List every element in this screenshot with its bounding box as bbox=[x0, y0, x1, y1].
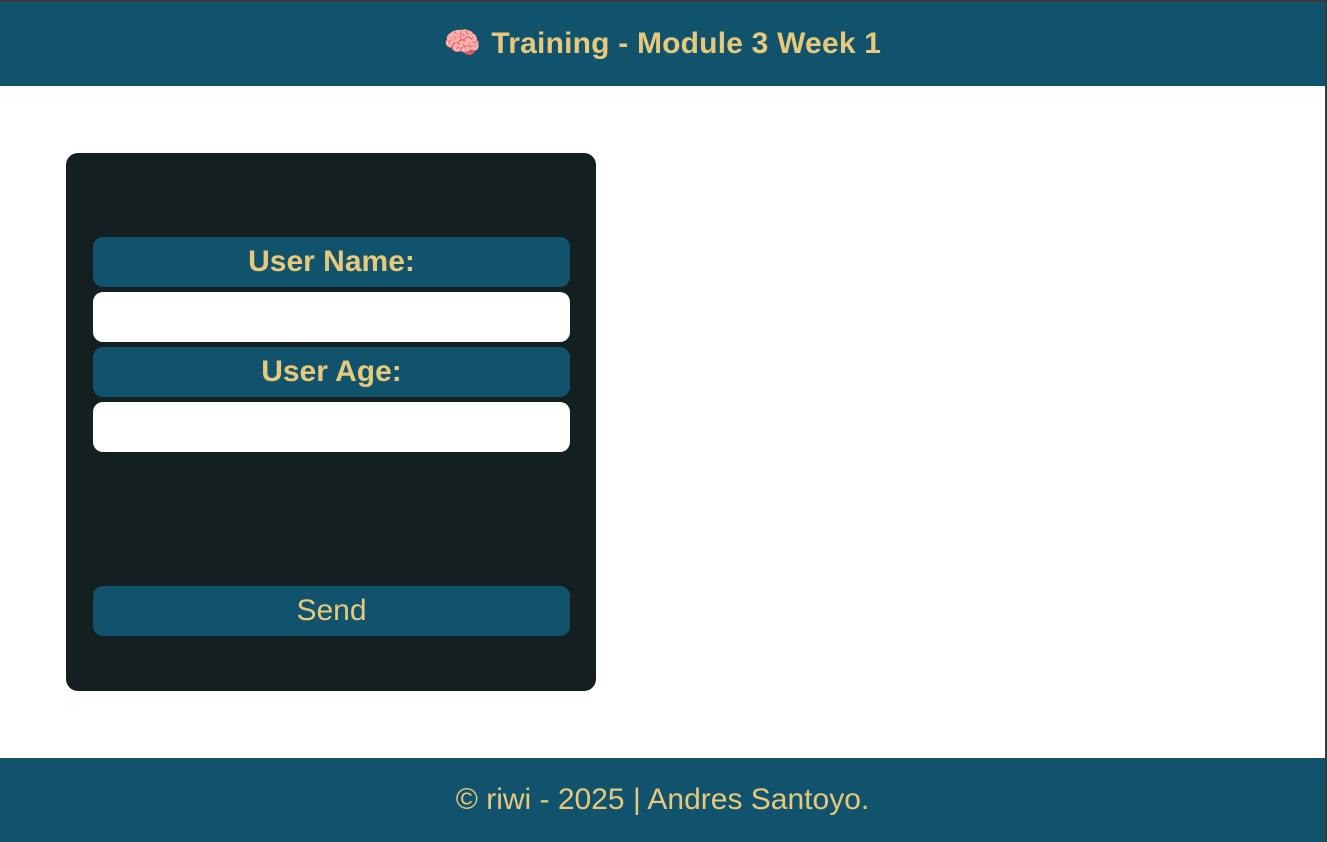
user-name-label: User Name: bbox=[93, 237, 570, 287]
user-age-label: User Age: bbox=[93, 347, 570, 397]
page-title: 🧠 Training - Module 3 Week 1 bbox=[444, 27, 881, 61]
brain-icon: 🧠 bbox=[443, 27, 482, 60]
page-footer: © riwi - 2025 | Andres Santoyo. bbox=[0, 758, 1325, 842]
user-name-input[interactable] bbox=[93, 292, 570, 342]
user-form-card: User Name: User Age: Send bbox=[66, 153, 596, 691]
page-title-text: Training - Module 3 Week 1 bbox=[491, 27, 882, 60]
footer-text: © riwi - 2025 | Andres Santoyo. bbox=[455, 783, 870, 816]
page-header: 🧠 Training - Module 3 Week 1 bbox=[0, 2, 1325, 86]
user-age-input[interactable] bbox=[93, 402, 570, 452]
page: 🧠 Training - Module 3 Week 1 User Name: … bbox=[0, 0, 1327, 842]
send-button[interactable]: Send bbox=[93, 586, 570, 636]
